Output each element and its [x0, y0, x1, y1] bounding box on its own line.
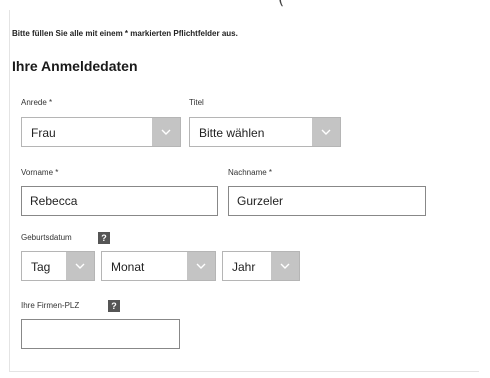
- monat-value: Monat: [111, 260, 145, 274]
- anrede-select[interactable]: Frau: [21, 117, 181, 147]
- top-partial-text: (: [278, 0, 284, 8]
- vorname-label: Vorname *: [21, 168, 59, 177]
- required-fields-notice: Bitte füllen Sie alle mit einem * markie…: [12, 29, 238, 38]
- help-icon[interactable]: ?: [98, 232, 110, 244]
- chevron-down-icon: [66, 252, 94, 280]
- titel-select[interactable]: Bitte wählen: [189, 117, 341, 147]
- vorname-input[interactable]: [21, 186, 218, 216]
- titel-value: Bitte wählen: [199, 126, 265, 140]
- tag-value: Tag: [31, 260, 51, 274]
- jahr-value: Jahr: [232, 260, 256, 274]
- anrede-label: Anrede *: [21, 98, 53, 107]
- nachname-input[interactable]: [228, 186, 426, 216]
- nachname-label: Nachname *: [228, 168, 273, 177]
- geburtsmonat-select[interactable]: Monat: [101, 251, 216, 281]
- chevron-down-icon: [152, 118, 180, 146]
- geburtsjahr-select[interactable]: Jahr: [222, 251, 300, 281]
- firmen-plz-label: Ihre Firmen-PLZ: [21, 301, 80, 310]
- chevron-down-icon: [187, 252, 215, 280]
- section-title: Ihre Anmeldedaten: [12, 58, 138, 74]
- anrede-value: Frau: [31, 126, 56, 140]
- firmen-plz-input[interactable]: [21, 319, 180, 349]
- help-icon[interactable]: ?: [108, 300, 120, 312]
- geburtstag-select[interactable]: Tag: [21, 251, 95, 281]
- chevron-down-icon: [271, 252, 299, 280]
- titel-label: Titel: [189, 98, 204, 107]
- geburtsdatum-label: Geburtsdatum: [21, 233, 72, 242]
- chevron-down-icon: [312, 118, 340, 146]
- top-partial-text-area: (: [0, 0, 490, 10]
